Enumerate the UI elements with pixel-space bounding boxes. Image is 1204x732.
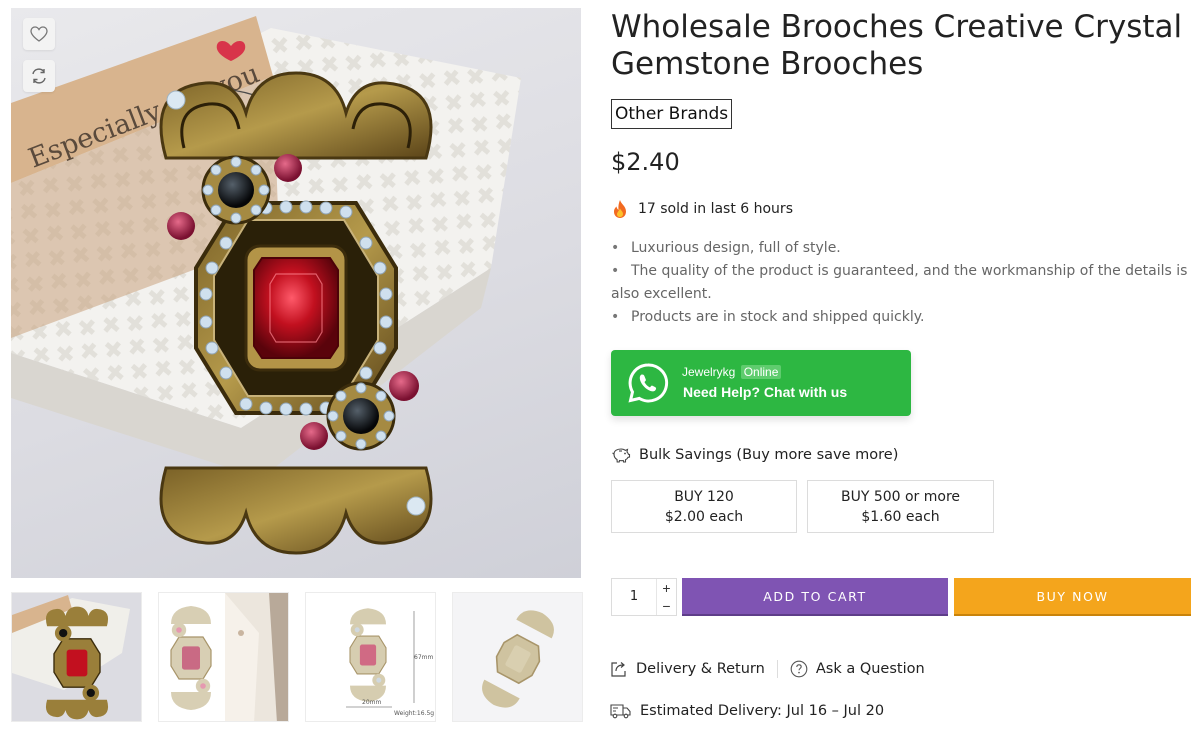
thumbnail-strip: 67mm 20mm Weight:16.5g [11,592,583,722]
tier-quantity: BUY 500 or more [840,489,961,505]
main-product-image[interactable]: Especially for you [11,8,581,578]
thumbnail-1[interactable] [11,592,142,722]
chat-cta: Need Help? Chat with us [683,384,848,400]
sold-indicator: 17 sold in last 6 hours [611,198,793,220]
bulk-tier-500[interactable]: BUY 500 or more $1.60 each [807,480,994,533]
whatsapp-icon [628,363,669,403]
whatsapp-chat-button[interactable]: Jewelrykg Online Need Help? Chat with us [611,350,911,416]
quantity-decrease-button[interactable]: − [657,597,676,615]
quantity-stepper: + − [611,578,677,616]
chat-agent-name: Jewelrykg [682,365,736,379]
chat-status-badge: Online [740,365,782,379]
estimated-delivery: Estimated Delivery: Jul 16 – Jul 20 [610,699,884,723]
quantity-input[interactable] [612,579,656,615]
ask-question-text: Ask a Question [815,661,925,677]
feature-item: • Luxurious design, full of style. [611,240,841,256]
feature-text: Luxurious design, full of style. [631,240,841,256]
width-label: 20mm [362,699,381,706]
tier-price: $1.60 each [861,509,940,525]
delivery-return-text: Delivery & Return [636,661,765,677]
product-price: $2.40 [611,148,680,176]
link-divider [776,660,778,678]
bulk-heading-text: Bulk Savings (Buy more save more) [639,447,899,463]
thumbnail-2[interactable] [158,592,289,722]
feature-text: The quality of the product is guaranteed… [611,263,1188,302]
feature-text: Products are in stock and shipped quickl… [631,309,925,325]
sold-text: 17 sold in last 6 hours [638,201,793,217]
compare-button[interactable] [23,60,55,92]
thumb-brooch-on-jacket [159,593,288,721]
question-circle-icon [790,660,808,678]
share-box-icon [611,662,626,677]
thumbnail-3[interactable]: 67mm 20mm Weight:16.5g [305,592,436,722]
truck-icon [610,704,631,719]
add-to-cart-button[interactable]: ADD TO CART [682,578,948,616]
height-label: 67mm [414,654,433,661]
thumbnail-4[interactable] [452,592,583,722]
bulk-tier-120[interactable]: BUY 120 $2.00 each [611,480,797,533]
weight-label: Weight:16.5g [394,710,434,717]
refresh-icon [32,68,46,84]
thumb-side-view [453,593,582,721]
product-title: Wholesale Brooches Creative Crystal Gems… [611,9,1183,82]
heart-icon [30,26,48,42]
brand-link[interactable]: Other Brands [611,99,733,129]
estimated-delivery-text: Estimated Delivery: Jul 16 – Jul 20 [640,703,885,719]
tier-price: $2.00 each [664,509,744,525]
bulk-savings-heading: Bulk Savings (Buy more save more) [611,444,898,466]
buy-now-button[interactable]: BUY NOW [954,578,1191,616]
piggy-bank-icon [612,448,631,463]
info-links: Delivery & Return Ask a Question [610,657,925,681]
thumb-brooch-photo [12,593,141,721]
delivery-return-link[interactable]: Delivery & Return [610,660,765,678]
thumb-dimensions: 67mm 20mm Weight:16.5g [306,593,435,721]
feature-list: • Luxurious design, full of style. • The q… [611,237,1191,329]
brooch-photo: Especially for you [11,16,521,555]
fire-icon [614,200,626,218]
ask-question-link[interactable]: Ask a Question [790,660,925,678]
feature-item: • Products are in stock and shipped quick… [611,309,925,325]
feature-item: • The quality of the product is guarantee… [611,263,1188,302]
tier-quantity: BUY 120 [674,489,734,505]
quantity-increase-button[interactable]: + [657,579,676,597]
wishlist-button[interactable] [23,18,55,50]
